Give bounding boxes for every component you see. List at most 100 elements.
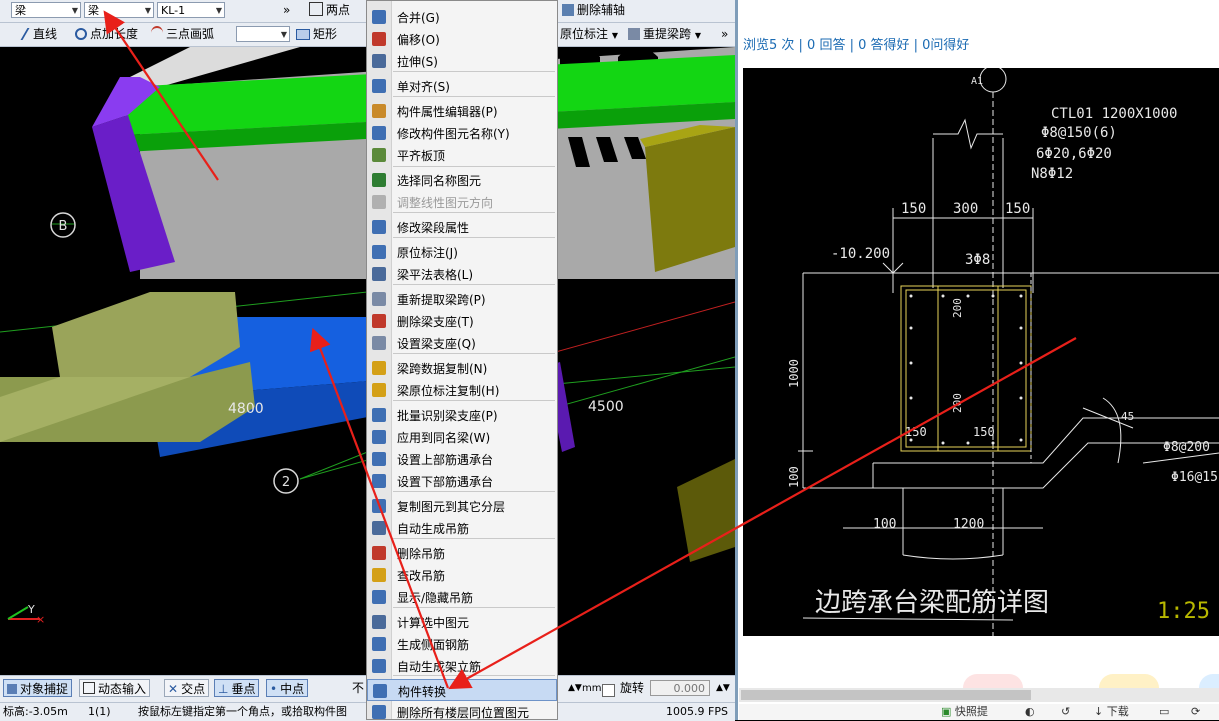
cad-drawing-image[interactable]: A1 CTL01 1200X1000 Φ8@150(6) 6Φ20,6Φ20 N…	[743, 68, 1219, 636]
menu-item-copy-annot[interactable]: 梁原位标注复制(H)	[367, 379, 557, 401]
decor-circle	[963, 674, 1023, 688]
menu-item-bottom-rebar[interactable]: 设置下部筋遇承台	[367, 470, 557, 492]
menu-item-table[interactable]: 梁平法表格(L)	[367, 263, 557, 285]
menu-item-label: 设置下部筋遇承台	[397, 475, 494, 489]
toolbar2-overflow-button[interactable]: »	[721, 25, 728, 43]
cad-dim-150-left: 150	[901, 201, 926, 217]
point-length-button[interactable]: 点加长度	[75, 25, 138, 43]
intersection-icon: ✕	[168, 682, 179, 696]
midpoint-snap-toggle[interactable]: • 中点	[266, 679, 309, 697]
cad-dim-300: 300	[953, 201, 978, 217]
draw-mode-combo[interactable]: ▼	[236, 26, 290, 42]
tool-icon[interactable]: ▭	[1159, 704, 1169, 720]
perpendicular-icon: ⊥	[218, 682, 229, 696]
stretch-icon	[372, 54, 386, 68]
download-button[interactable]: ↓ 下载	[1094, 704, 1129, 720]
menu-item-annotation[interactable]: 原位标注(J)	[367, 241, 557, 263]
menu-item-slab-top[interactable]: 平齐板顶	[367, 144, 557, 166]
dimension-4500: 4500	[588, 399, 624, 415]
menu-item-label: 批量识别梁支座(P)	[397, 409, 498, 423]
menu-separator	[393, 212, 555, 213]
element-name-combo[interactable]: KL-1 ▼	[157, 2, 225, 18]
apply-same-icon	[372, 430, 386, 444]
rotate-spin-icon[interactable]: ▲▼	[716, 679, 730, 697]
menu-item-property-editor[interactable]: 构件属性编辑器(P)	[367, 100, 557, 122]
menu-separator	[393, 491, 555, 492]
menu-item-delete-hanger[interactable]: 删除吊筋	[367, 542, 557, 564]
horizontal-scrollbar[interactable]	[739, 688, 1219, 702]
menu-item-delete-support[interactable]: 删除梁支座(T)	[367, 310, 557, 332]
three-point-arc-button[interactable]: 三点画弧	[151, 25, 214, 43]
menu-separator	[393, 353, 555, 354]
perpendicular-label: 垂点	[231, 682, 256, 696]
direction-icon	[372, 195, 386, 209]
menu-item-offset[interactable]: 偏移(O)	[367, 28, 557, 50]
spin-arrow-icon[interactable]: ▲▼	[568, 679, 582, 697]
two-point-axis-button[interactable]: 两点	[309, 1, 350, 19]
tool-icon[interactable]: ◐	[1025, 704, 1035, 720]
menu-item-toggle-hanger[interactable]: 显示/隐藏吊筋	[367, 586, 557, 608]
line-icon	[20, 28, 34, 40]
menu-item-batch-identify[interactable]: 批量识别梁支座(P)	[367, 404, 557, 426]
toolbar-overflow-button[interactable]: »	[283, 1, 290, 19]
re-extract-span-label: 重提梁跨	[643, 27, 692, 41]
menu-item-convert[interactable]: 构件转换	[367, 679, 557, 701]
menu-item-label: 合并(G)	[397, 11, 440, 25]
menu-item-merge[interactable]: 合并(G)	[367, 6, 557, 28]
panel-divider	[735, 0, 738, 720]
tool-icon[interactable]: ↺	[1061, 704, 1070, 720]
axis-2-label: 2	[282, 475, 290, 490]
title-underline	[802, 617, 1014, 621]
object-snap-toggle[interactable]: 对象捕捉	[3, 679, 73, 697]
menu-item-erection-rebar[interactable]: 自动生成架立筋	[367, 655, 557, 677]
cad-dim-1000: 1000	[787, 359, 801, 388]
line-tool-button[interactable]: 直线	[20, 25, 57, 43]
not-orthogonal-label[interactable]: 不	[352, 679, 364, 697]
intersection-snap-toggle[interactable]: ✕ 交点	[164, 679, 210, 697]
dynamic-input-icon	[83, 682, 95, 694]
calculate-icon	[372, 615, 386, 629]
decor-circle	[1199, 674, 1219, 688]
rotate-checkbox[interactable]	[602, 684, 615, 697]
elevation-readout: 标高:-3.05m	[3, 705, 68, 718]
menu-item-align[interactable]: 单对齐(S)	[367, 75, 557, 97]
menu-separator	[393, 675, 555, 676]
menu-item-set-support[interactable]: 设置梁支座(Q)	[367, 332, 557, 354]
menu-item-re-extract[interactable]: 重新提取梁跨(P)	[367, 288, 557, 310]
menu-item-label: 梁跨数据复制(N)	[397, 362, 488, 376]
menu-item-apply-same[interactable]: 应用到同名梁(W)	[367, 426, 557, 448]
menu-item-auto-hanger[interactable]: 自动生成吊筋	[367, 517, 557, 539]
delete-aux-axis-button[interactable]: 删除辅轴	[562, 1, 625, 19]
two-point-label: 两点	[326, 3, 351, 17]
menu-item-calculate[interactable]: 计算选中图元	[367, 611, 557, 633]
menu-separator	[393, 71, 555, 72]
element-subtype-combo[interactable]: 梁 ▼	[84, 2, 154, 18]
menu-item-copy-span[interactable]: 梁跨数据复制(N)	[367, 357, 557, 379]
scrollbar-thumb[interactable]	[741, 690, 1031, 700]
menu-item-delete-all-floors[interactable]: 删除所有楼层同位置图元	[367, 701, 557, 719]
menu-item-beam-segment[interactable]: 修改梁段属性	[367, 216, 557, 238]
tool-icon[interactable]: ⟳	[1191, 704, 1200, 720]
snapshot-icon: ▣	[941, 705, 952, 718]
rotate-angle-input[interactable]: 0.000	[650, 680, 710, 696]
beam-segment-icon	[372, 220, 386, 234]
dynamic-input-toggle[interactable]: 动态输入	[79, 679, 151, 697]
re-extract-span-button[interactable]: 重提梁跨 ▼	[628, 25, 701, 43]
menu-item-stretch[interactable]: 拉伸(S)	[367, 50, 557, 72]
original-annotation-button[interactable]: 原位标注 ▼	[560, 25, 618, 43]
offset-icon	[372, 32, 386, 46]
rectangle-button[interactable]: 矩形	[296, 25, 337, 43]
fps-readout: 1005.9 FPS	[666, 705, 728, 718]
menu-item-label: 调整线性图元方向	[397, 196, 494, 210]
menu-item-side-rebar[interactable]: 生成侧面钢筋	[367, 633, 557, 655]
menu-item-copy-layer[interactable]: 复制图元到其它分层	[367, 495, 557, 517]
menu-item-edit-hanger[interactable]: 查改吊筋	[367, 564, 557, 586]
menu-item-rename[interactable]: 修改构件图元名称(Y)	[367, 122, 557, 144]
element-type-combo[interactable]: 梁 ▼	[11, 2, 81, 18]
perpendicular-snap-toggle[interactable]: ⊥ 垂点	[214, 679, 260, 697]
menu-item-top-rebar[interactable]: 设置上部筋遇承台	[367, 448, 557, 470]
align-icon	[372, 79, 386, 93]
cad-angle-45: 45	[1121, 410, 1134, 423]
menu-item-select-same[interactable]: 选择同名称图元	[367, 169, 557, 191]
snapshot-button[interactable]: ▣ 快照提	[941, 704, 988, 720]
